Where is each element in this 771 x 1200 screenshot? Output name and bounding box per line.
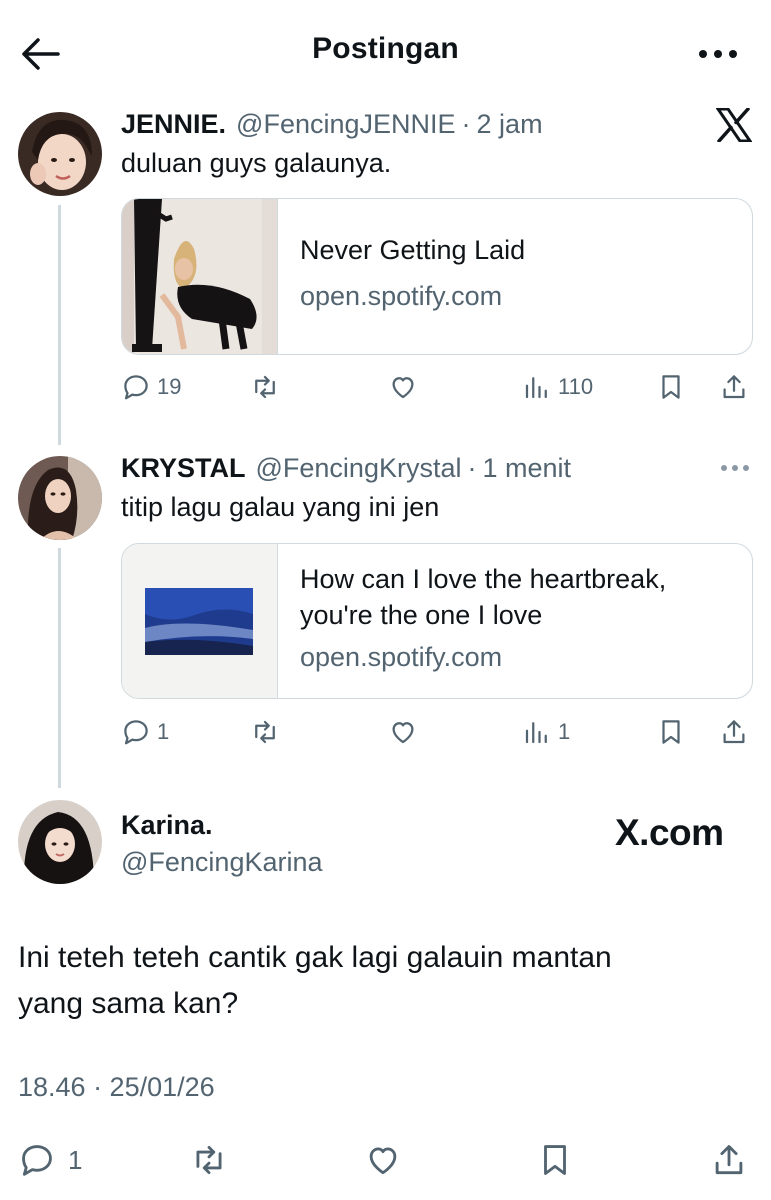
views-icon (525, 377, 547, 399)
bookmark-icon (662, 375, 680, 399)
post-time[interactable]: 1 menit (482, 453, 571, 484)
like-button[interactable] (388, 372, 418, 402)
card-domain: open.spotify.com (300, 642, 503, 672)
thread-line (58, 548, 61, 788)
reply-icon (124, 720, 148, 745)
post-text: Ini teteh teteh cantik gak lagi galauin … (18, 935, 738, 1027)
bookmark-icon (662, 720, 680, 744)
author-name[interactable]: KRYSTAL (121, 453, 246, 484)
tweet-text: titip lagu galau yang ini jen (121, 492, 440, 522)
share-button[interactable] (719, 372, 749, 402)
reply-count: 1 (157, 719, 170, 744)
x-logo-icon (716, 108, 752, 142)
retweet-icon (196, 1145, 222, 1175)
heart-icon (369, 1147, 397, 1175)
reply-icon (22, 1145, 52, 1176)
author-handle[interactable]: @FencingJENNIE (236, 109, 455, 140)
separator: · (461, 109, 471, 139)
retweet-button[interactable] (190, 1141, 228, 1179)
avatar[interactable] (18, 456, 102, 540)
more-horizontal-icon (699, 50, 737, 58)
retweet-button[interactable] (250, 372, 280, 402)
tweet-header: JENNIE. @FencingJENNIE · 2 jam (121, 109, 543, 140)
post-time[interactable]: 2 jam (477, 109, 543, 140)
card-title: Never Getting Laid (300, 235, 526, 265)
tweet-more-button[interactable] (718, 458, 752, 478)
author-name[interactable]: Karina. (121, 810, 213, 841)
avatar[interactable] (18, 112, 102, 196)
heart-icon (392, 722, 414, 744)
card-title-line2: you're the one I love (300, 600, 543, 630)
bookmark-icon (544, 1145, 566, 1175)
avatar[interactable] (18, 800, 102, 884)
bookmark-button[interactable] (656, 372, 686, 402)
share-button[interactable] (710, 1141, 748, 1179)
retweet-icon (255, 720, 275, 744)
author-handle[interactable]: @FencingKarina (121, 847, 323, 878)
bookmark-button[interactable] (536, 1141, 574, 1179)
separator: · (467, 453, 477, 483)
link-card[interactable]: Never Getting Laid open.spotify.com (121, 198, 753, 355)
author-handle[interactable]: @FencingKrystal (256, 453, 462, 484)
card-domain: open.spotify.com (300, 281, 503, 311)
share-icon (723, 720, 745, 744)
share-icon (715, 1145, 743, 1175)
card-thumbnail (122, 199, 278, 354)
post-text-line2: yang sama kan? (18, 987, 239, 1020)
thread-line (58, 205, 61, 445)
link-card[interactable]: How can I love the heartbreak, you're th… (121, 543, 753, 699)
tweet-text: duluan guys galaunya. (121, 148, 392, 178)
reply-button[interactable]: 19 (121, 372, 181, 402)
page-title: Postingan (312, 32, 459, 65)
card-thumbnail (122, 544, 278, 698)
reply-count: 1 (68, 1144, 83, 1175)
share-button[interactable] (719, 717, 749, 747)
retweet-icon (255, 375, 275, 399)
heart-icon (392, 377, 414, 399)
more-horizontal-icon (721, 465, 749, 471)
like-button[interactable] (388, 717, 418, 747)
more-options-button[interactable] (690, 36, 746, 72)
post-timestamp[interactable]: 18.46 · 25/01/26 (18, 1072, 215, 1103)
views-button[interactable]: 1 (522, 717, 570, 747)
view-count: 1 (558, 719, 571, 744)
post-text-line1: Ini teteh teteh cantik gak lagi galauin … (18, 941, 612, 974)
bookmark-button[interactable] (656, 717, 686, 747)
card-title-line1: How can I love the heartbreak, (300, 564, 667, 594)
author-name[interactable]: JENNIE. (121, 109, 226, 140)
reply-button[interactable]: 1 (121, 717, 169, 747)
reply-icon (124, 375, 148, 400)
views-button[interactable]: 110 (522, 372, 593, 402)
share-icon (723, 375, 745, 399)
retweet-button[interactable] (250, 717, 280, 747)
like-button[interactable] (364, 1141, 402, 1179)
tweet-header: KRYSTAL @FencingKrystal · 1 menit (121, 453, 571, 484)
views-icon (525, 722, 547, 744)
x-com-watermark: X.com (615, 812, 724, 853)
reply-button[interactable]: 1 (18, 1141, 82, 1179)
view-count: 110 (558, 374, 594, 399)
reply-count: 19 (157, 374, 182, 399)
